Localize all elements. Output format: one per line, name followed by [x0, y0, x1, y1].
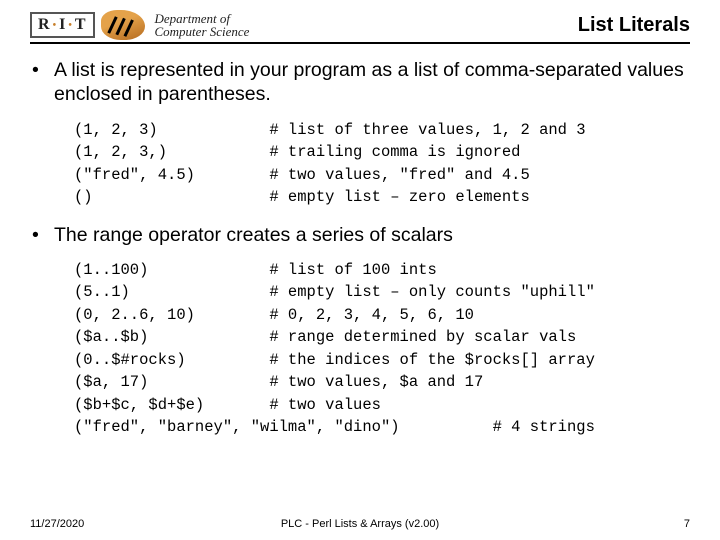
- footer-center: PLC - Perl Lists & Arrays (v2.00): [30, 518, 690, 530]
- bullet-dot-icon: •: [32, 58, 54, 107]
- rit-letter: R: [38, 16, 51, 34]
- slide-header: R•I•T Department of Computer Science Lis…: [30, 10, 690, 44]
- code-block-1: (1, 2, 3) # list of three values, 1, 2 a…: [74, 119, 690, 209]
- rit-letter: T: [75, 16, 87, 34]
- rit-dot-icon: •: [53, 20, 58, 31]
- rit-dot-icon: •: [68, 20, 73, 31]
- page-title: List Literals: [578, 14, 690, 37]
- slide-footer: 11/27/2020 PLC - Perl Lists & Arrays (v2…: [30, 518, 690, 530]
- rit-letter: I: [59, 16, 66, 34]
- bullet-2-text: The range operator creates a series of s…: [54, 223, 690, 247]
- department-text: Department of Computer Science: [155, 12, 250, 38]
- tiger-icon: [101, 10, 145, 40]
- bullet-2: • The range operator creates a series of…: [32, 223, 690, 247]
- bullet-1: • A list is represented in your program …: [32, 58, 690, 107]
- bullet-dot-icon: •: [32, 223, 54, 247]
- slide-content: • A list is represented in your program …: [30, 58, 690, 439]
- dept-line2: Computer Science: [155, 25, 250, 38]
- logo-block: R•I•T Department of Computer Science: [30, 10, 249, 40]
- code-block-2: (1..100) # list of 100 ints (5..1) # emp…: [74, 259, 690, 439]
- rit-logo: R•I•T: [30, 12, 95, 38]
- bullet-1-text: A list is represented in your program as…: [54, 58, 690, 107]
